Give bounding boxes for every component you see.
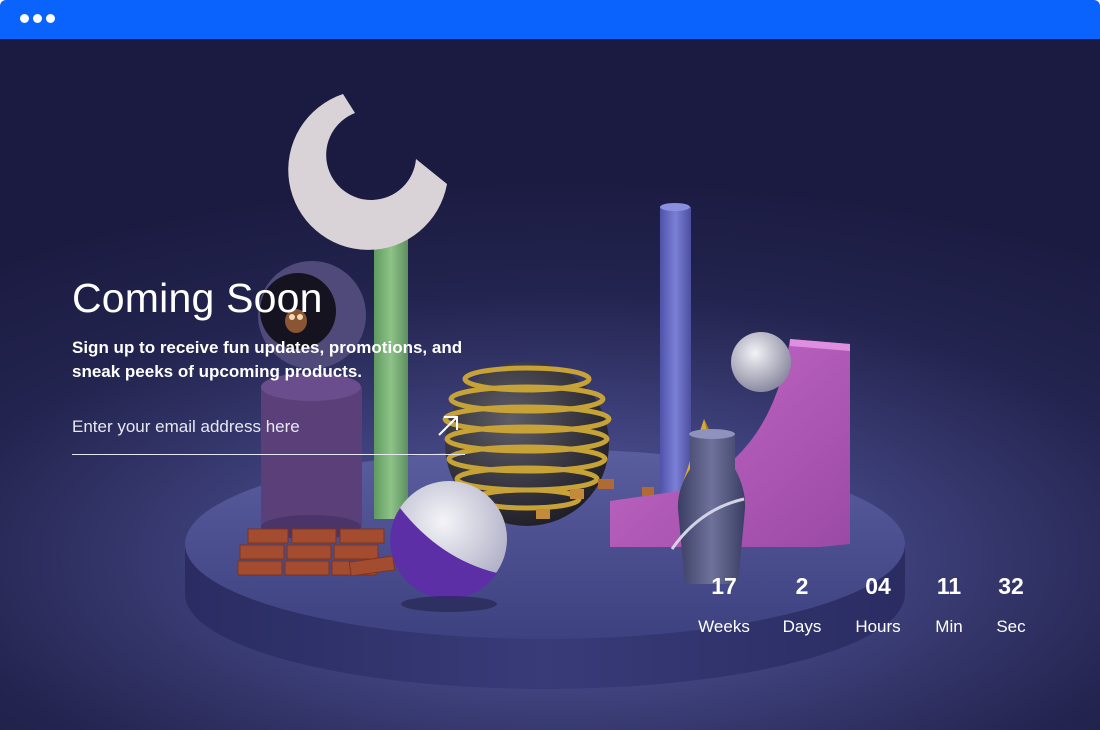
countdown-hours: 04 Hours — [838, 571, 918, 637]
countdown-label: Days — [782, 617, 822, 636]
countdown-label: Sec — [996, 617, 1026, 636]
arrow-up-right-icon — [438, 416, 458, 436]
page-subtitle: Sign up to receive fun updates, promotio… — [72, 338, 463, 381]
page-title: Coming Soon — [72, 275, 323, 321]
countdown-days: 2 Days — [762, 571, 842, 637]
countdown-value: 32 — [998, 573, 1024, 599]
window-titlebar — [0, 0, 1100, 39]
countdown-value: 04 — [865, 573, 891, 599]
countdown-value: 2 — [795, 573, 809, 599]
countdown-label: Hours — [855, 617, 901, 636]
countdown-weeks: 17 Weeks — [684, 571, 764, 637]
countdown-seconds: 32 Sec — [971, 571, 1051, 637]
window-control-dot[interactable] — [33, 14, 42, 23]
window-control-dot[interactable] — [20, 14, 29, 23]
countdown-label: Weeks — [698, 617, 750, 636]
email-signup-form — [72, 409, 465, 455]
email-input[interactable] — [72, 409, 422, 445]
submit-button[interactable] — [435, 413, 461, 439]
window-control-dot[interactable] — [46, 14, 55, 23]
countdown-value: 17 — [711, 573, 737, 599]
hero-background: Coming Soon Sign up to receive fun updat… — [0, 39, 1100, 730]
browser-window: Coming Soon Sign up to receive fun updat… — [0, 0, 1100, 730]
